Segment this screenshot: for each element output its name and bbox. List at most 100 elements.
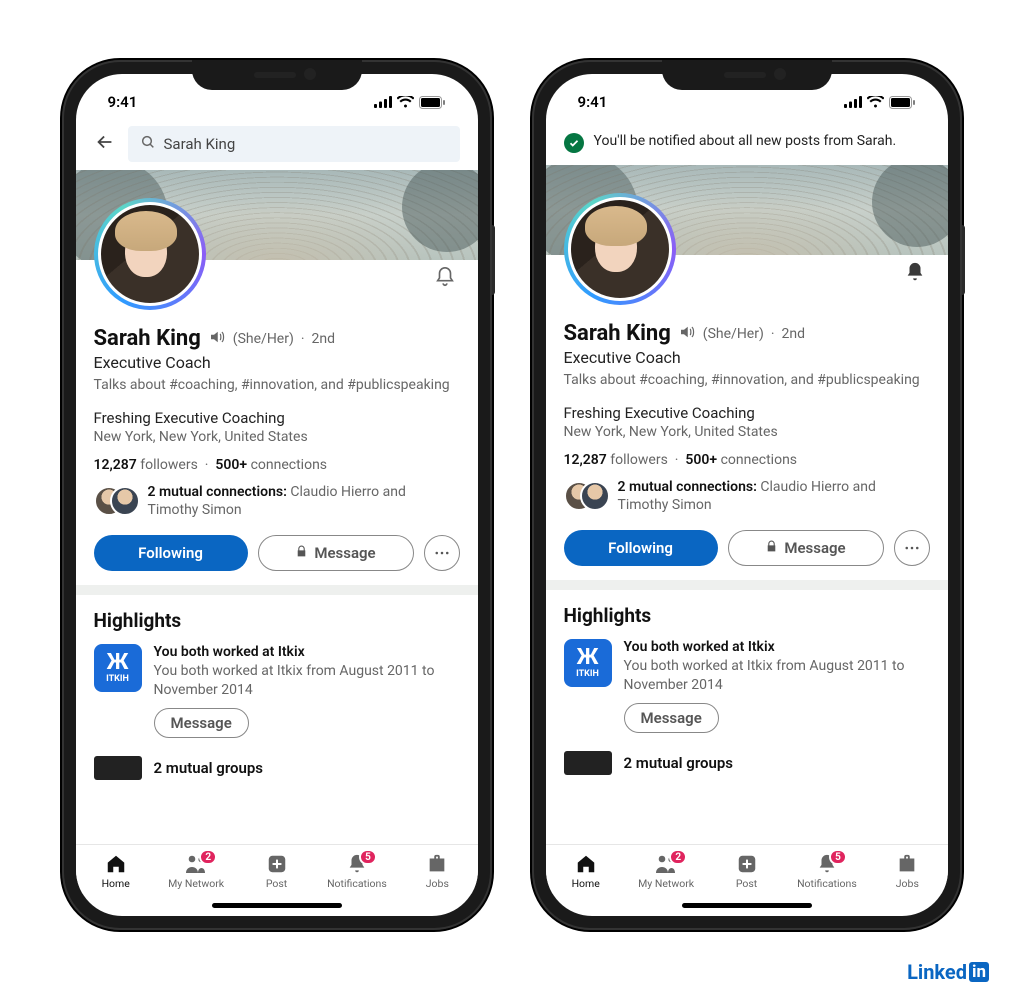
talks-about: Talks about #coaching, #innovation, and …	[564, 371, 930, 390]
phone-right: 9:41 You'll be notified about all new po…	[532, 60, 962, 930]
bottom-nav: Home 2 My Network Post 5 Notifications J…	[76, 844, 478, 894]
pronouns: (She/Her)	[703, 326, 764, 342]
profile-info: Sarah King (She/Her) · 2nd Executive Coa…	[546, 315, 948, 580]
search-query: Sarah King	[164, 135, 236, 153]
linkedin-logo: Linkedin	[907, 960, 989, 984]
location: New York, New York, United States	[564, 424, 930, 440]
notch	[662, 60, 832, 90]
tab-notifications[interactable]: 5 Notifications	[787, 845, 867, 894]
notch	[192, 60, 362, 90]
network-icon: 2	[184, 853, 208, 875]
company-name: Freshing Executive Coaching	[94, 409, 460, 427]
tab-jobs[interactable]: Jobs	[397, 845, 477, 894]
highlight-message-button[interactable]: Message	[154, 708, 249, 738]
headline: Executive Coach	[564, 348, 930, 367]
home-icon	[575, 853, 597, 875]
cellular-icon	[844, 96, 862, 108]
following-button[interactable]: Following	[94, 535, 248, 571]
mutual-connections[interactable]: 2 mutual connections: Claudio Hierro and…	[94, 483, 460, 519]
pronounce-icon[interactable]	[678, 323, 696, 345]
profile-name: Sarah King	[94, 326, 201, 351]
company-logo: ЖITKIH	[94, 644, 142, 692]
follower-stats[interactable]: 12,287 followers · 500+ connections	[94, 457, 460, 473]
battery-icon	[419, 96, 446, 109]
section-divider	[546, 580, 948, 590]
group-thumb	[94, 756, 142, 780]
tab-network[interactable]: 2 My Network	[156, 845, 236, 894]
network-badge: 2	[669, 849, 687, 865]
message-button[interactable]: Message	[258, 535, 414, 571]
headline: Executive Coach	[94, 353, 460, 372]
more-actions-button[interactable]	[894, 530, 930, 566]
highlight-item-groups[interactable]: 2 mutual groups	[94, 756, 460, 780]
highlights-section: Highlights ЖITKIH You both worked at Itk…	[76, 595, 478, 780]
follower-stats[interactable]: 12,287 followers · 500+ connections	[564, 452, 930, 468]
tab-home[interactable]: Home	[76, 845, 156, 894]
highlight-title: You both worked at Itkix	[624, 639, 930, 655]
highlight-message-button[interactable]: Message	[624, 703, 719, 733]
highlight-item[interactable]: ЖITKIH You both worked at Itkix You both…	[94, 644, 460, 738]
highlight-subtitle: You both worked at Itkix from August 201…	[154, 662, 460, 700]
pronounce-icon[interactable]	[208, 328, 226, 350]
home-icon	[105, 853, 127, 875]
wifi-icon	[867, 96, 884, 108]
home-indicator[interactable]	[76, 894, 478, 916]
notification-bell-button[interactable]	[434, 266, 456, 292]
back-button[interactable]	[94, 131, 116, 157]
notifications-icon: 5	[346, 853, 368, 875]
status-time: 9:41	[578, 93, 608, 111]
bottom-nav: Home 2 My Network Post 5 Notifications J…	[546, 844, 948, 894]
highlight-title: You both worked at Itkix	[154, 644, 460, 660]
tab-post[interactable]: Post	[236, 845, 316, 894]
lock-icon	[765, 539, 778, 557]
post-icon	[266, 853, 288, 875]
highlights-section: Highlights ЖITKIH You both worked at Itk…	[546, 590, 948, 775]
highlight-subtitle: You both worked at Itkix from August 201…	[624, 657, 930, 695]
notifications-icon: 5	[816, 853, 838, 875]
mutual-connections[interactable]: 2 mutual connections: Claudio Hierro and…	[564, 478, 930, 514]
home-indicator[interactable]	[546, 894, 948, 916]
jobs-icon	[896, 853, 918, 875]
connection-degree: 2nd	[312, 331, 336, 347]
network-icon: 2	[654, 853, 678, 875]
tab-home[interactable]: Home	[546, 845, 626, 894]
message-button[interactable]: Message	[728, 530, 884, 566]
more-actions-button[interactable]	[424, 535, 460, 571]
tab-network[interactable]: 2 My Network	[626, 845, 706, 894]
search-icon	[140, 134, 156, 154]
tab-jobs[interactable]: Jobs	[867, 845, 947, 894]
profile-photo[interactable]	[564, 193, 676, 305]
cellular-icon	[374, 96, 392, 108]
status-icons	[844, 96, 916, 109]
section-divider	[76, 585, 478, 595]
following-button[interactable]: Following	[564, 530, 718, 566]
status-icons	[374, 96, 446, 109]
tab-post[interactable]: Post	[706, 845, 786, 894]
top-bar: Sarah King	[76, 118, 478, 170]
mutual-avatars	[564, 481, 608, 511]
check-icon	[564, 133, 584, 153]
connection-degree: 2nd	[782, 326, 806, 342]
tab-notifications[interactable]: 5 Notifications	[317, 845, 397, 894]
company-logo: ЖITKIH	[564, 639, 612, 687]
profile-name: Sarah King	[564, 321, 671, 346]
wifi-icon	[397, 96, 414, 108]
notification-bell-button[interactable]	[904, 261, 926, 287]
notifications-badge: 5	[359, 849, 377, 865]
highlight-item-groups[interactable]: 2 mutual groups	[564, 751, 930, 775]
highlights-heading: Highlights	[564, 604, 930, 627]
notification-toast: You'll be notified about all new posts f…	[546, 118, 948, 165]
company-name: Freshing Executive Coaching	[564, 404, 930, 422]
notifications-badge: 5	[829, 849, 847, 865]
battery-icon	[889, 96, 916, 109]
search-input[interactable]: Sarah King	[128, 126, 460, 162]
mutual-avatars	[94, 486, 138, 516]
pronouns: (She/Her)	[233, 331, 294, 347]
highlight-item[interactable]: ЖITKIH You both worked at Itkix You both…	[564, 639, 930, 733]
lock-icon	[295, 544, 308, 562]
status-time: 9:41	[108, 93, 138, 111]
jobs-icon	[426, 853, 448, 875]
location: New York, New York, United States	[94, 429, 460, 445]
profile-photo[interactable]	[94, 198, 206, 310]
profile-info: Sarah King (She/Her) · 2nd Executive Coa…	[76, 320, 478, 585]
